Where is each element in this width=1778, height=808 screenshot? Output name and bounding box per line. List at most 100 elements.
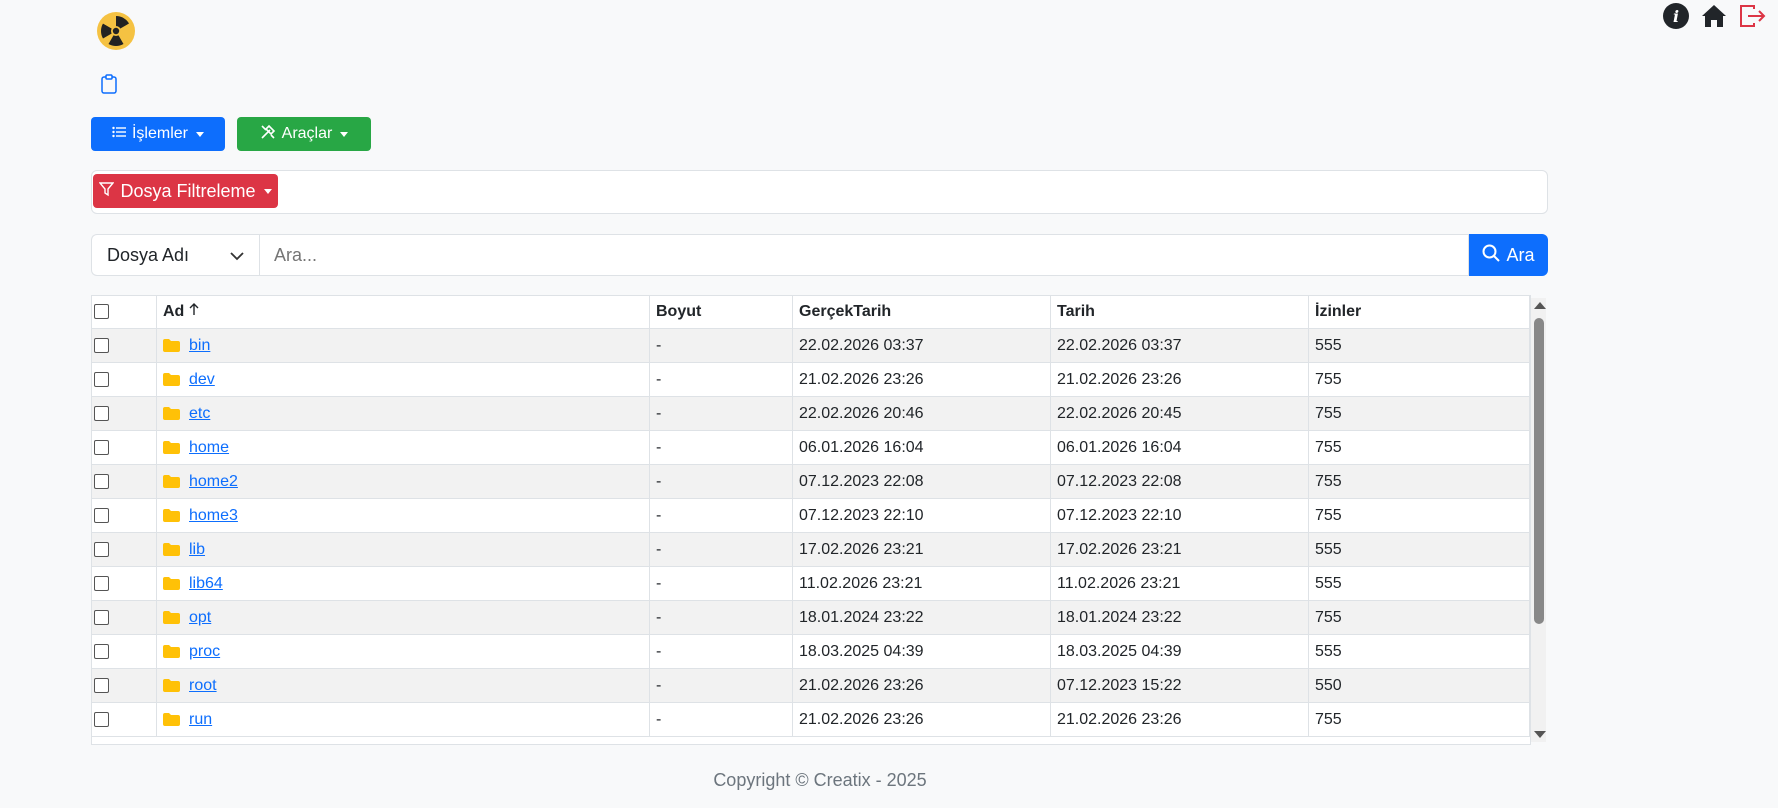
operations-label: İşlemler	[131, 125, 188, 142]
name-cell: lib	[156, 532, 650, 567]
folder-link[interactable]: etc	[189, 405, 210, 423]
table-row[interactable]: bin -22.02.2026 03:37 22.02.2026 03:37 555	[92, 328, 1530, 363]
table-row[interactable]: lib -17.02.2026 23:21 17.02.2026 23:21 555	[92, 532, 1530, 567]
operations-dropdown-button[interactable]: İşlemler	[91, 117, 225, 151]
column-header-name[interactable]: Ad	[156, 296, 650, 329]
row-checkbox[interactable]	[94, 541, 109, 557]
folder-link[interactable]: home	[189, 439, 229, 457]
select-all-checkbox[interactable]	[94, 304, 109, 320]
real-date-cell: 11.02.2026 23:21	[792, 566, 1051, 601]
date-cell: 21.02.2026 23:26	[1050, 702, 1309, 737]
folder-icon	[163, 407, 180, 420]
info-icon[interactable]: i	[1662, 2, 1690, 30]
date-cell: 07.12.2023 22:08	[1050, 464, 1309, 499]
row-checkbox[interactable]	[94, 371, 109, 387]
permissions-cell: 555	[1308, 328, 1530, 363]
search-input[interactable]	[259, 234, 1469, 276]
scroll-up-arrow-icon[interactable]	[1534, 302, 1546, 309]
folder-icon	[163, 645, 180, 658]
folder-link[interactable]: lib64	[189, 575, 223, 593]
table-scrollbar[interactable]	[1531, 298, 1546, 742]
row-checkbox-cell	[92, 566, 157, 601]
folder-link[interactable]: lib	[189, 541, 205, 559]
row-checkbox[interactable]	[94, 337, 109, 353]
row-checkbox[interactable]	[94, 643, 109, 659]
permissions-cell: 755	[1308, 600, 1530, 635]
table-row[interactable]: run -21.02.2026 23:26 21.02.2026 23:26 755	[92, 702, 1530, 737]
date-cell: 18.03.2025 04:39	[1050, 634, 1309, 669]
folder-link[interactable]: run	[189, 711, 212, 729]
table-row[interactable]: opt -18.01.2024 23:22 18.01.2024 23:22 755	[92, 600, 1530, 635]
column-header-permissions[interactable]: İzinler	[1308, 296, 1530, 329]
tools-dropdown-button[interactable]: Araçlar	[237, 117, 371, 151]
folder-link[interactable]: dev	[189, 371, 215, 389]
row-checkbox[interactable]	[94, 677, 109, 693]
size-cell: -	[649, 498, 793, 533]
folder-link[interactable]: bin	[189, 337, 210, 355]
row-checkbox-cell	[92, 702, 157, 737]
folder-link[interactable]: home3	[189, 507, 238, 525]
folder-link[interactable]: home2	[189, 473, 238, 491]
search-field-select-value: Dosya Adı	[107, 244, 190, 265]
permissions-cell: 755	[1308, 498, 1530, 533]
table-row[interactable]: dev -21.02.2026 23:26 21.02.2026 23:26 755	[92, 362, 1530, 397]
row-checkbox[interactable]	[94, 473, 109, 489]
table-row[interactable]: home3-07.12.2023 22:10 07.12.2023 22:10 75…	[92, 498, 1530, 533]
row-checkbox-cell	[92, 464, 157, 499]
table-row[interactable]: proc -18.03.2025 04:39 18.03.2025 04:39 555	[92, 634, 1530, 669]
permissions-cell: 755	[1308, 702, 1530, 737]
folder-icon	[163, 509, 180, 522]
permissions-cell: 555	[1308, 634, 1530, 669]
real-date-cell: 21.02.2026 23:26	[792, 362, 1051, 397]
row-checkbox[interactable]	[94, 575, 109, 591]
clipboard-icon[interactable]	[100, 74, 120, 96]
chevron-down-icon	[230, 245, 244, 266]
row-checkbox[interactable]	[94, 609, 109, 625]
sort-ascending-icon	[189, 303, 199, 320]
row-checkbox[interactable]	[94, 439, 109, 455]
column-header-size[interactable]: Boyut	[649, 296, 793, 329]
row-checkbox-cell	[92, 498, 157, 533]
row-checkbox[interactable]	[94, 507, 109, 523]
search-field-select[interactable]: Dosya Adı	[91, 234, 259, 276]
row-checkbox-cell	[92, 396, 157, 431]
real-date-cell: 22.02.2026 20:46	[792, 396, 1051, 431]
table-row[interactable]: root -21.02.2026 23:26 07.12.2023 15:22 550	[92, 668, 1530, 703]
row-checkbox[interactable]	[94, 405, 109, 421]
column-name-label: Ad	[163, 303, 185, 320]
table-row[interactable]: lib64-11.02.2026 23:21 11.02.2026 23:21 55…	[92, 566, 1530, 601]
column-header-date[interactable]: Tarih	[1050, 296, 1309, 329]
file-table: Ad Boyut GerçekTarih Tarih İzinler bin -2…	[92, 296, 1530, 737]
name-cell: dev	[156, 362, 650, 397]
name-cell: proc	[156, 634, 650, 669]
search-button-label: Ara	[1506, 244, 1535, 265]
home-icon[interactable]	[1700, 2, 1728, 30]
folder-icon	[163, 543, 180, 556]
folder-link[interactable]: root	[189, 677, 217, 695]
scrollbar-thumb[interactable]	[1534, 318, 1544, 624]
folder-icon	[163, 577, 180, 590]
permissions-cell: 755	[1308, 464, 1530, 499]
table-row[interactable]: home -06.01.2026 16:04 06.01.2026 16:04 755	[92, 430, 1530, 465]
row-checkbox-cell	[92, 430, 157, 465]
search-button[interactable]: Ara	[1469, 234, 1548, 276]
logout-icon[interactable]	[1738, 2, 1766, 30]
row-checkbox-cell	[92, 362, 157, 397]
size-cell: -	[649, 702, 793, 737]
row-checkbox[interactable]	[94, 711, 109, 727]
size-cell: -	[649, 566, 793, 601]
file-filter-dropdown-button[interactable]: Dosya Filtreleme	[93, 174, 278, 208]
tools-label: Araçlar	[281, 125, 333, 142]
folder-link[interactable]: proc	[189, 643, 220, 661]
permissions-cell: 555	[1308, 532, 1530, 567]
caret-down-icon	[340, 131, 349, 137]
name-cell: run	[156, 702, 650, 737]
caret-down-icon	[196, 131, 204, 137]
table-row[interactable]: etc -22.02.2026 20:46 22.02.2026 20:45 755	[92, 396, 1530, 431]
column-header-real-date[interactable]: GerçekTarih	[792, 296, 1051, 329]
table-row[interactable]: home2-07.12.2023 22:08 07.12.2023 22:08 75…	[92, 464, 1530, 499]
name-cell: opt	[156, 600, 650, 635]
name-cell: home	[156, 430, 650, 465]
scroll-down-arrow-icon[interactable]	[1534, 731, 1546, 738]
folder-link[interactable]: opt	[189, 609, 211, 627]
